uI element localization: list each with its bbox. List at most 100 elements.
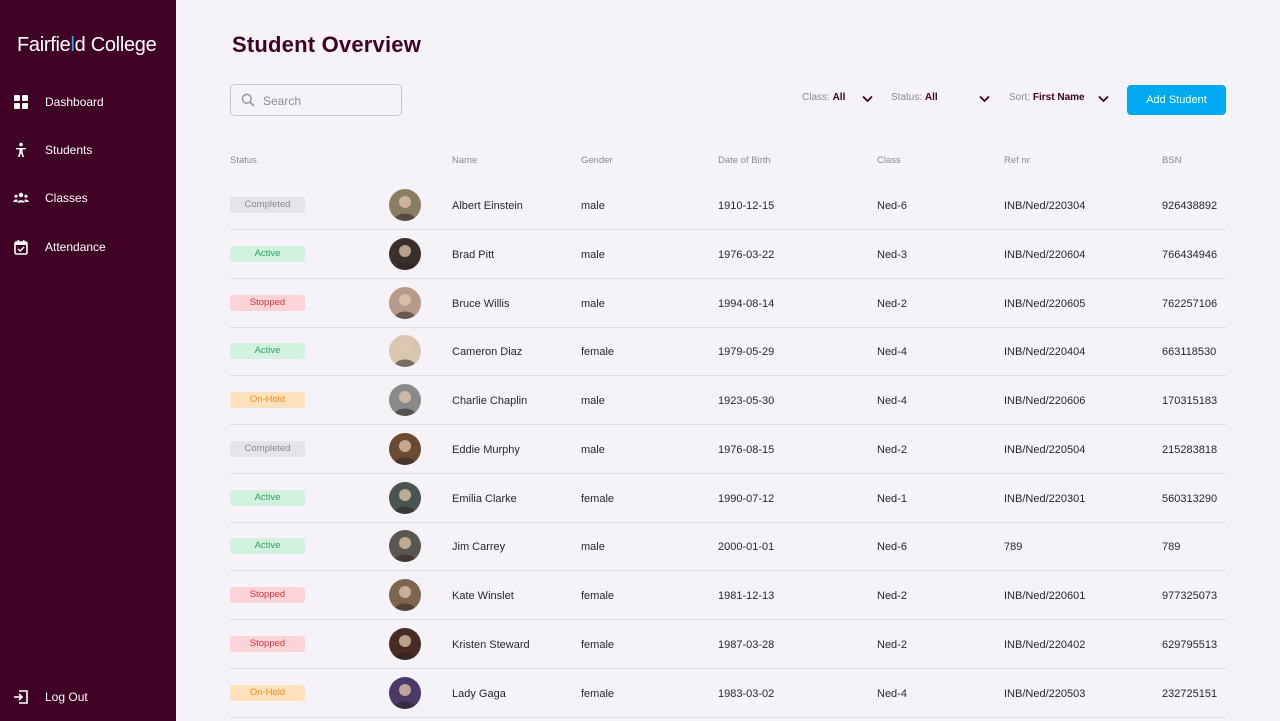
bsn-cell: 629795513 <box>1162 639 1218 651</box>
brand-logo[interactable]: Fairfield College <box>17 34 157 57</box>
student-name: Kristen Steward <box>452 639 530 651</box>
dob-cell: 1981-12-13 <box>718 590 775 602</box>
sidebar-item-attendance[interactable]: Attendance <box>0 233 176 261</box>
brand-name-part: d College <box>74 34 157 56</box>
student-name: Albert Einstein <box>452 200 523 212</box>
group-icon <box>13 192 29 203</box>
gender-cell: female <box>581 688 615 700</box>
class-cell: Ned-4 <box>877 346 907 358</box>
class-filter-value: All <box>832 92 846 103</box>
table-row[interactable]: On-Hold Lady Gaga female 1983-03-02 Ned-4 INB… <box>230 669 1226 718</box>
sidebar-item-label: Attendance <box>45 240 106 254</box>
dob-cell: 1987-03-28 <box>718 639 775 651</box>
class-cell: Ned-2 <box>877 298 907 310</box>
gender-cell: male <box>581 541 605 553</box>
sidebar-item-classes[interactable]: Classes <box>0 184 176 212</box>
student-name: Bruce Willis <box>452 298 510 310</box>
gender-cell: male <box>581 395 605 407</box>
status-filter-value: All <box>924 92 938 103</box>
class-cell: Ned-4 <box>877 395 907 407</box>
search-icon <box>241 93 255 107</box>
column-header-status[interactable]: Status <box>230 155 257 166</box>
bsn-cell: 170315183 <box>1162 395 1218 407</box>
add-student-button[interactable]: Add Student <box>1127 85 1226 115</box>
student-name: Charlie Chaplin <box>452 395 528 407</box>
gender-cell: male <box>581 444 605 456</box>
dob-cell: 1983-03-02 <box>718 688 775 700</box>
table-row[interactable]: Stopped Kristen Steward female 1987-03-28 Ne… <box>230 620 1226 669</box>
bsn-cell: 977325073 <box>1162 590 1218 602</box>
table-row[interactable]: Completed Eddie Murphy male 1976-08-15 Ned-2… <box>230 425 1226 474</box>
column-header-gender[interactable]: Gender <box>581 155 613 166</box>
ref-cell: INB/Ned/220304 <box>1004 200 1086 212</box>
avatar <box>389 335 421 367</box>
sidebar-item-students[interactable]: Students <box>0 136 176 164</box>
bsn-cell: 663118530 <box>1162 346 1217 358</box>
column-header-bsn[interactable]: BSN <box>1162 155 1182 166</box>
status-badge: Active <box>230 246 305 262</box>
sidebar-item-label: Dashboard <box>45 95 104 109</box>
class-cell: Ned-2 <box>877 590 907 602</box>
column-header-name[interactable]: Name <box>452 155 477 166</box>
table-row[interactable]: Active Cameron Diaz female 1979-05-29 Ned-4 I… <box>230 327 1226 376</box>
search-box[interactable] <box>230 84 402 116</box>
sidebar-item-dashboard[interactable]: Dashboard <box>0 88 176 116</box>
bsn-cell: 789 <box>1162 541 1181 553</box>
sidebar-item-label: Students <box>45 143 93 157</box>
status-badge: Active <box>230 538 305 554</box>
gender-cell: female <box>581 346 615 358</box>
dob-cell: 1976-03-22 <box>718 249 775 261</box>
ref-cell: INB/Ned/220402 <box>1004 639 1086 651</box>
class-filter-label: Class: <box>802 92 830 103</box>
student-name: Emilia Clarke <box>452 493 517 505</box>
dob-cell: 1976-08-15 <box>718 444 775 456</box>
chevron-down-icon <box>979 95 990 103</box>
status-filter[interactable]: Status: All <box>891 92 990 110</box>
student-name: Jim Carrey <box>452 541 506 553</box>
class-cell: Ned-4 <box>877 688 907 700</box>
dob-cell: 1994-08-14 <box>718 298 775 310</box>
bsn-cell: 926438892 <box>1162 200 1218 212</box>
avatar <box>389 384 421 416</box>
column-header-ref[interactable]: Ref nr <box>1004 155 1030 166</box>
sidebar: Fairfield College Dashboard Students Cla… <box>0 0 176 721</box>
bsn-cell: 215283818 <box>1162 444 1218 456</box>
avatar <box>389 530 421 562</box>
sort-filter[interactable]: Sort: First Name <box>1009 92 1109 110</box>
avatar <box>389 628 421 660</box>
logout-button[interactable]: Log Out <box>0 683 176 711</box>
class-cell: Ned-3 <box>877 249 907 261</box>
ref-cell: INB/Ned/220404 <box>1004 346 1086 358</box>
table-row[interactable]: Active Brad Pitt male 1976-03-22 Ned-3 INB/Ne… <box>230 230 1226 279</box>
status-badge: Stopped <box>230 295 305 311</box>
logout-label: Log Out <box>45 690 88 704</box>
gender-cell: female <box>581 639 615 651</box>
gender-cell: male <box>581 200 605 212</box>
status-badge: On-Hold <box>230 685 305 701</box>
table-row[interactable]: Completed Albert Einstein male 1910-12-15 Ne… <box>230 181 1226 230</box>
dob-cell: 2000-01-01 <box>718 541 775 553</box>
avatar <box>389 677 421 709</box>
page-title: Student Overview <box>232 32 422 57</box>
calendar-check-icon <box>14 240 28 255</box>
sort-filter-label: Sort: <box>1009 92 1031 103</box>
table-row[interactable]: Stopped Kate Winslet female 1981-12-13 Ned-2… <box>230 571 1226 620</box>
student-name: Kate Winslet <box>452 590 514 602</box>
ref-cell: INB/Ned/220606 <box>1004 395 1086 407</box>
column-header-dob[interactable]: Date of Birth <box>718 155 771 166</box>
table-row[interactable]: On-Hold Charlie Chaplin male 1923-05-30 Ned-… <box>230 376 1226 425</box>
student-name: Eddie Murphy <box>452 444 520 456</box>
ref-cell: INB/Ned/220301 <box>1004 493 1086 505</box>
class-filter[interactable]: Class: All <box>802 92 873 110</box>
person-icon <box>16 142 26 157</box>
table-row[interactable]: Active Emilia Clarke female 1990-07-12 Ned-1… <box>230 474 1226 523</box>
column-header-class[interactable]: Class <box>877 155 901 166</box>
search-input[interactable] <box>263 91 393 111</box>
avatar <box>389 482 421 514</box>
table-row[interactable]: Active Jim Carrey male 2000-01-01 Ned-6 789 78… <box>230 522 1226 571</box>
table-row[interactable]: Stopped Bruce Willis male 1994-08-14 Ned-2 IN… <box>230 279 1226 328</box>
student-name: Cameron Diaz <box>452 346 523 358</box>
status-badge: Stopped <box>230 636 305 652</box>
dob-cell: 1910-12-15 <box>718 200 775 212</box>
gender-cell: male <box>581 249 605 261</box>
